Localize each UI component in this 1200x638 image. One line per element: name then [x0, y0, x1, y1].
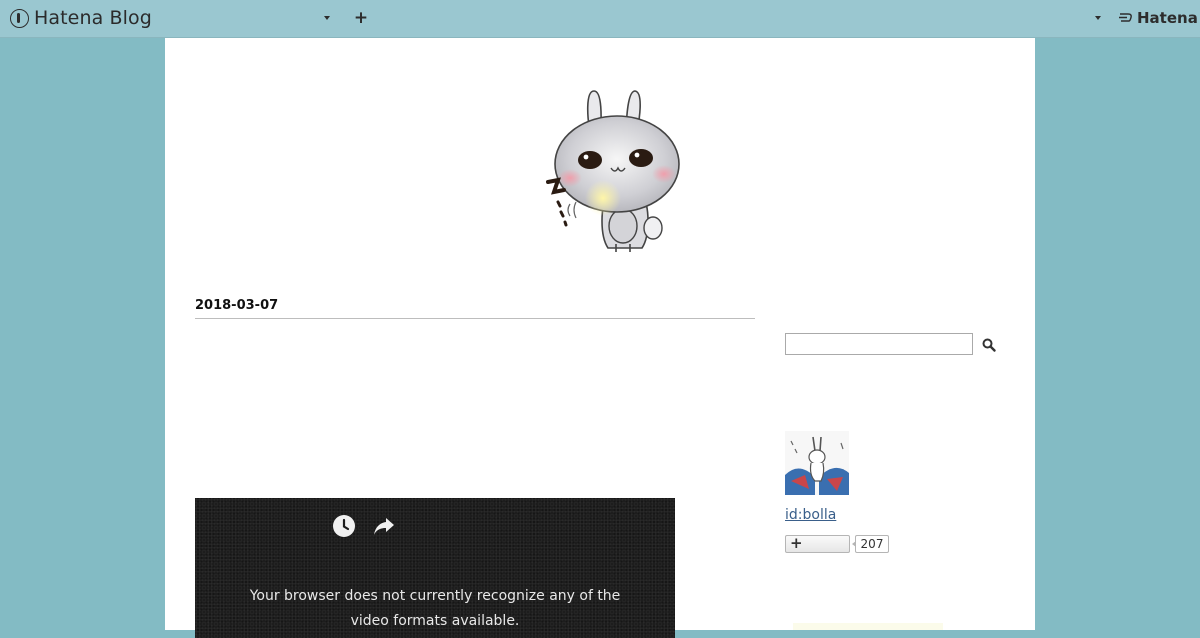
blog-header-image[interactable] [520, 86, 680, 256]
follow-button[interactable]: + [785, 534, 850, 553]
follow-plus-icon: + [790, 534, 803, 552]
entry-date-header: 2018-03-07 [195, 296, 755, 319]
search-input[interactable] [785, 333, 973, 355]
profile-id-link[interactable]: id:bolla [785, 507, 836, 523]
profile-avatar[interactable] [785, 431, 849, 495]
hatena-logo[interactable]: Hatena [1118, 9, 1198, 27]
video-player[interactable]: Your browser does not currently recogniz… [195, 498, 675, 638]
entry-date-link[interactable]: 2018-03-07 [195, 298, 278, 313]
blog-container: 2018-03-07 Your browser does not current… [165, 38, 1035, 638]
hatena-company-name: Hatena [1137, 9, 1198, 27]
share-arrow-icon[interactable] [372, 514, 396, 538]
account-menu-chevron-down-icon[interactable] [1095, 16, 1101, 20]
hatena-wave-icon [1119, 13, 1132, 22]
hatena-blog-mark-icon [10, 8, 29, 28]
watch-later-clock-icon[interactable] [332, 514, 356, 538]
hatena-blog-logo[interactable]: Hatena Blog [10, 6, 152, 30]
follower-count: 207 [852, 535, 889, 553]
blog-menu-chevron-down-icon[interactable] [324, 16, 330, 20]
video-unsupported-message: Your browser does not currently recogniz… [249, 588, 621, 629]
sidebar-module-edge [793, 623, 943, 630]
search-icon[interactable] [981, 337, 997, 353]
add-blog-button[interactable]: + [353, 8, 369, 28]
global-header: Hatena Blog + Hatena [0, 0, 1200, 38]
brand-name: Hatena Blog [34, 7, 152, 29]
